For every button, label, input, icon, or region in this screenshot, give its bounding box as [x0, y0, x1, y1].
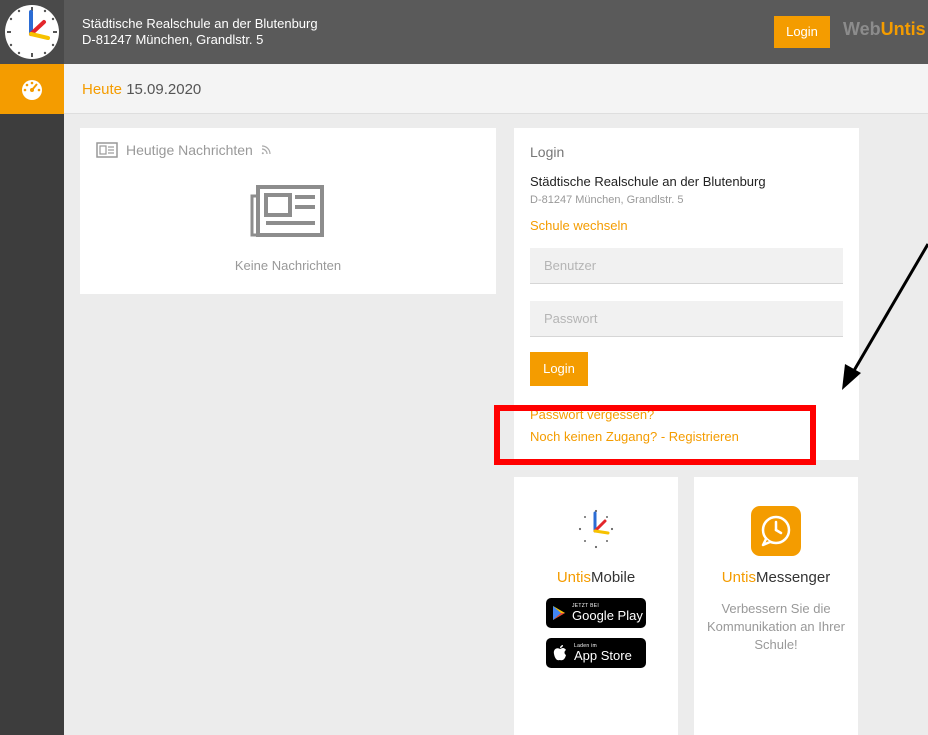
untis-mobile-card: UntisMobile JETZT BEI Google Play Laden …	[514, 477, 678, 735]
header-school-name: Städtische Realschule an der Blutenburg	[82, 16, 318, 31]
news-header: Heutige Nachrichten	[96, 142, 271, 158]
header-school-info: Städtische Realschule an der Blutenburg …	[82, 16, 318, 48]
sidebar-item-dashboard[interactable]	[0, 64, 64, 114]
news-card: Heutige Nachrichten Keine Nachrichten	[80, 128, 496, 294]
app-logo[interactable]	[0, 0, 64, 64]
switch-school-link[interactable]: Schule wechseln	[530, 218, 628, 233]
login-card-title: Login	[530, 144, 565, 160]
speedometer-icon	[22, 80, 42, 100]
brand-web: Web	[843, 19, 881, 39]
forgot-password-link[interactable]: Passwort vergessen?	[530, 407, 654, 422]
untis-messenger-title: UntisMessenger	[694, 569, 858, 586]
untis-messenger-accent: Untis	[721, 569, 756, 586]
untis-messenger-rest: Messenger	[755, 569, 831, 586]
app-store-big: App Store	[574, 648, 632, 663]
rss-icon[interactable]	[261, 145, 271, 155]
app-store-text: Laden im App Store	[574, 644, 632, 663]
login-school-name: Städtische Realschule an der Blutenburg	[530, 174, 766, 189]
apple-icon	[553, 645, 566, 661]
brand-untis: Untis	[880, 19, 926, 39]
date-bar: Heute 15.09.2020	[64, 64, 928, 114]
untis-mobile-rest: Mobile	[591, 569, 636, 586]
webuntis-brand: WebUntis	[843, 19, 926, 40]
header-login-button[interactable]: Login	[774, 16, 830, 48]
password-input[interactable]	[530, 301, 843, 337]
sidebar	[0, 64, 64, 735]
top-header: Städtische Realschule an der Blutenburg …	[0, 0, 928, 64]
untis-mobile-logo-icon	[578, 509, 614, 549]
newspaper-icon	[96, 142, 118, 158]
today-date: Heute 15.09.2020	[82, 81, 201, 98]
untis-mobile-accent: Untis	[556, 569, 591, 586]
google-play-badge[interactable]: JETZT BEI Google Play	[546, 598, 646, 628]
login-school-address: D-81247 München, Grandlstr. 5	[530, 194, 684, 206]
google-play-big: Google Play	[572, 608, 643, 623]
google-play-text: JETZT BEI Google Play	[572, 604, 643, 623]
app-store-badge[interactable]: Laden im App Store	[546, 638, 646, 668]
untis-messenger-card: UntisMessenger Verbessern Sie die Kommun…	[694, 477, 858, 735]
today-label[interactable]: Heute	[82, 81, 122, 98]
no-news-text: Keine Nachrichten	[234, 258, 342, 273]
news-title: Heutige Nachrichten	[126, 142, 253, 158]
untis-messenger-logo	[751, 506, 801, 556]
untis-clock-logo-icon	[5, 5, 59, 59]
header-school-address: D-81247 München, Grandlstr. 5	[82, 32, 264, 47]
username-input[interactable]	[530, 248, 843, 284]
login-card: Login Städtische Realschule an der Blute…	[514, 128, 859, 460]
login-button[interactable]: Login	[530, 352, 588, 386]
current-date: 15.09.2020	[126, 81, 202, 98]
play-triangle-icon	[553, 606, 565, 620]
newspaper-icon	[250, 185, 324, 237]
chat-clock-icon	[761, 515, 791, 547]
untis-messenger-description: Verbessern Sie die Kommunikation an Ihre…	[706, 601, 845, 652]
untis-mobile-title: UntisMobile	[514, 569, 678, 586]
register-link[interactable]: Noch keinen Zugang? - Registrieren	[530, 429, 739, 444]
